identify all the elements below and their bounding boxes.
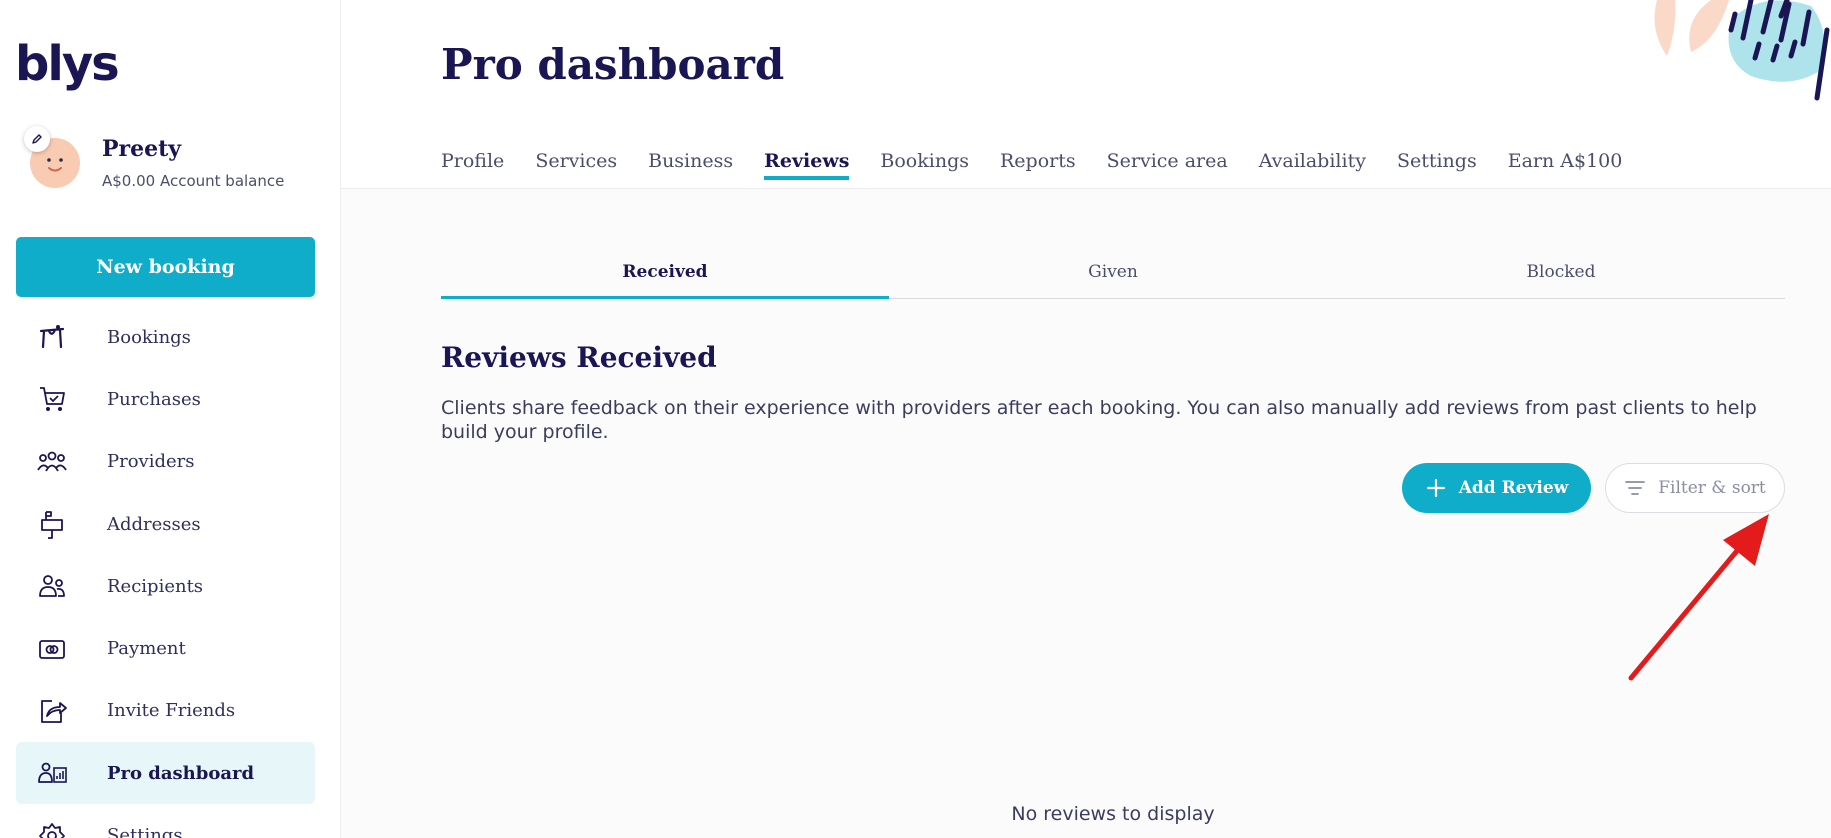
- sidebar-item-label: Pro dashboard: [107, 762, 255, 784]
- filter-sort-label: Filter & sort: [1658, 478, 1766, 498]
- sidebar-item-addresses[interactable]: Addresses: [16, 493, 315, 555]
- booking-table-icon: [39, 325, 65, 349]
- sidebar-item-invite-friends[interactable]: Invite Friends: [16, 680, 315, 742]
- tab-service-area[interactable]: Service area: [1107, 150, 1228, 182]
- tab-earn[interactable]: Earn A$100: [1508, 150, 1623, 182]
- plus-icon: [1426, 478, 1445, 498]
- tab-bookings[interactable]: Bookings: [880, 150, 969, 182]
- dashboard-tabs: Profile Services Business Reviews Bookin…: [441, 150, 1653, 182]
- cart-icon: [40, 387, 65, 412]
- add-review-button[interactable]: Add Review: [1402, 463, 1591, 513]
- people-icon: [39, 575, 65, 598]
- sidebar-item-label: Providers: [107, 451, 195, 473]
- sidebar-item-label: Purchases: [107, 388, 201, 410]
- card-icon: [39, 639, 65, 659]
- tab-reports[interactable]: Reports: [1000, 150, 1076, 182]
- empty-state-text: No reviews to display: [1011, 803, 1215, 825]
- tab-business[interactable]: Business: [648, 150, 733, 182]
- share-icon: [41, 700, 67, 723]
- page-title: Pro dashboard: [441, 40, 785, 89]
- filter-icon: [1625, 481, 1646, 495]
- blys-logo[interactable]: blys: [15, 36, 120, 92]
- sidebar-item-label: Bookings: [107, 326, 191, 348]
- sidebar-item-label: Recipients: [107, 575, 204, 597]
- decorative-illustration: [1654, 0, 1830, 101]
- subtab-blocked[interactable]: Blocked: [1337, 249, 1785, 298]
- pencil-icon: [32, 134, 42, 144]
- subtab-received[interactable]: Received: [441, 249, 889, 299]
- sidebar-nav: Bookings Purchases Providers Addresses R…: [16, 306, 315, 838]
- main-content: Pro dashboard Profile Services Business …: [341, 0, 1831, 838]
- edit-avatar-button[interactable]: [24, 126, 50, 152]
- sidebar-item-label: Payment: [107, 638, 186, 660]
- pro-dashboard-icon: [38, 762, 67, 784]
- reviews-panel: Received Given Blocked Reviews Received …: [341, 189, 1831, 838]
- filter-sort-button[interactable]: Filter & sort: [1605, 463, 1785, 513]
- user-profile[interactable]: Preety A$0.00 Account balance: [24, 124, 334, 194]
- sidebar-item-providers[interactable]: Providers: [16, 431, 315, 493]
- tab-availability[interactable]: Availability: [1259, 150, 1366, 182]
- sidebar-item-recipients[interactable]: Recipients: [16, 555, 315, 617]
- sidebar-item-purchases[interactable]: Purchases: [16, 368, 315, 430]
- sidebar-item-settings[interactable]: Settings: [16, 804, 315, 838]
- sidebar-item-label: Settings: [107, 825, 183, 838]
- sidebar-item-pro-dashboard[interactable]: Pro dashboard: [16, 742, 315, 805]
- subtab-given[interactable]: Given: [889, 249, 1337, 298]
- sidebar-item-label: Addresses: [107, 513, 201, 535]
- page-header: Pro dashboard Profile Services Business …: [341, 0, 1831, 189]
- section-description: Clients share feedback on their experien…: [441, 397, 1757, 443]
- tab-reviews[interactable]: Reviews: [764, 150, 850, 182]
- mailbox-icon: [41, 511, 63, 539]
- account-balance: A$0.00 Account balance: [102, 172, 285, 190]
- sidebar: blys Preety A$0.00 Account balance New b…: [0, 0, 341, 838]
- reviews-subtabs: Received Given Blocked: [441, 249, 1785, 299]
- tab-profile[interactable]: Profile: [441, 150, 504, 182]
- group-icon: [37, 451, 67, 472]
- tab-services[interactable]: Services: [535, 150, 617, 182]
- user-name: Preety: [102, 136, 182, 162]
- sidebar-item-bookings[interactable]: Bookings: [16, 306, 315, 368]
- new-booking-button[interactable]: New booking: [16, 237, 315, 297]
- section-title: Reviews Received: [441, 341, 717, 374]
- add-review-label: Add Review: [1458, 478, 1569, 498]
- tab-settings[interactable]: Settings: [1397, 150, 1477, 182]
- sidebar-item-label: Invite Friends: [107, 700, 236, 722]
- sidebar-item-payment[interactable]: Payment: [16, 617, 315, 679]
- gear-icon: [39, 822, 65, 838]
